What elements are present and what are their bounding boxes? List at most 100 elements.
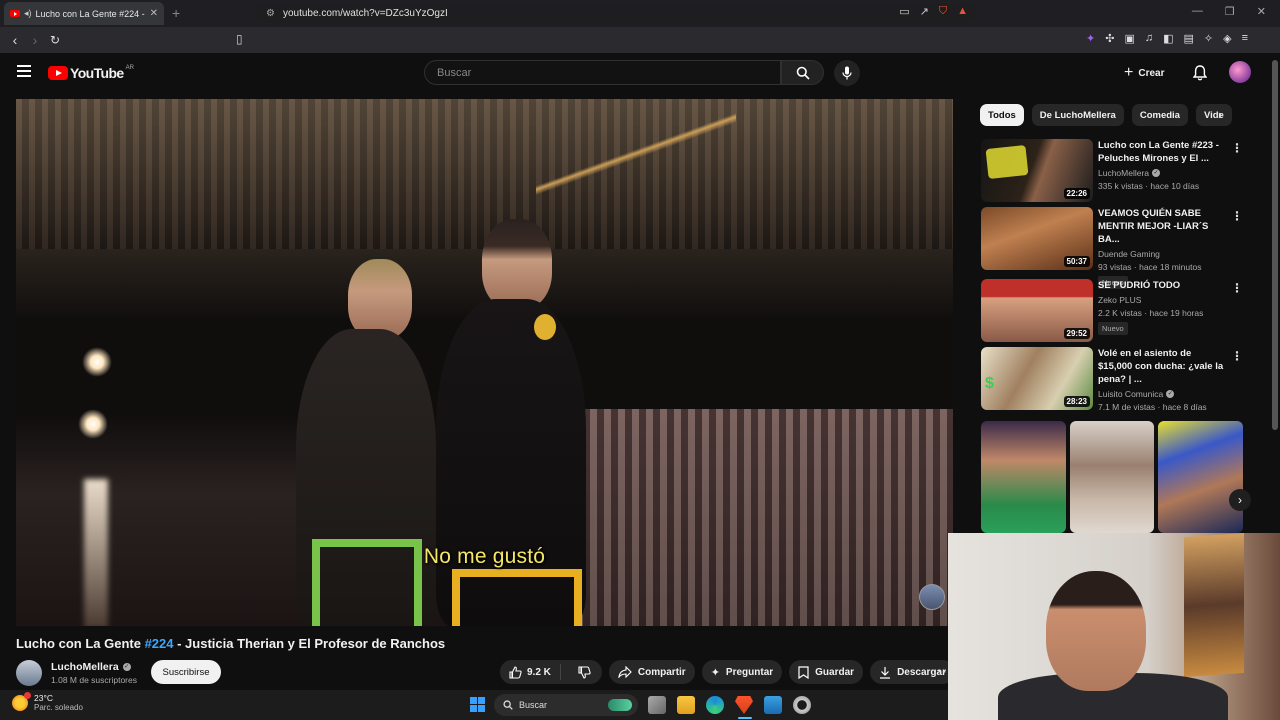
restore-icon[interactable]: ❐ <box>1225 5 1235 18</box>
create-label: Crear <box>1138 67 1165 79</box>
browser-tab-active[interactable]: ◂) Lucho con La Gente #224 - J ✕ <box>4 2 164 25</box>
dislike-button[interactable] <box>567 665 602 679</box>
thumbnail-logo <box>985 144 1029 180</box>
search-input[interactable]: Buscar <box>424 60 781 85</box>
channel-name-row[interactable]: LuchoMellera ✓ <box>51 661 137 673</box>
video-thumbnail[interactable]: 29:52 <box>981 279 1093 342</box>
tab-title: Lucho con La Gente #224 - J <box>35 8 146 19</box>
video-thumbnail[interactable]: 50:37 <box>981 207 1093 270</box>
obs-icon[interactable] <box>793 696 811 714</box>
video-options-icon[interactable]: ⋮ <box>1231 349 1243 363</box>
related-video-title[interactable]: Lucho con La Gente #223 - Peluches Miron… <box>1098 139 1228 165</box>
reload-icon[interactable]: ↻ <box>45 33 65 47</box>
channel-avatar[interactable] <box>16 660 42 686</box>
vpn-icon[interactable]: ◈ <box>1223 32 1231 45</box>
extension-icon[interactable]: ✦ <box>1086 32 1095 45</box>
save-button[interactable]: Guardar <box>789 660 864 684</box>
weather-sun-icon <box>12 691 31 711</box>
related-video-info: Lucho con La Gente #223 - Peluches Miron… <box>1098 139 1228 191</box>
taskbar-apps <box>648 696 811 714</box>
wallet-icon[interactable]: ▣ <box>1124 32 1134 45</box>
video-caption: No me gustó <box>423 545 546 568</box>
related-video-channel[interactable]: Zeko PLUS <box>1098 295 1141 305</box>
short-thumbnail[interactable] <box>1158 421 1243 533</box>
ask-button[interactable]: ✦ Preguntar <box>701 660 783 684</box>
site-info-icon[interactable]: ⚙ <box>266 8 275 19</box>
windows-start-icon[interactable] <box>470 697 485 712</box>
search-button[interactable] <box>781 60 824 85</box>
stage-light <box>82 347 112 377</box>
short-thumbnail[interactable] <box>1069 421 1155 533</box>
close-tab-icon[interactable]: ✕ <box>150 8 158 19</box>
chip-channel[interactable]: De LuchoMellera <box>1031 104 1124 126</box>
channel-watermark[interactable] <box>919 584 945 610</box>
bookmark-icon[interactable]: ▯ <box>236 32 243 46</box>
like-button[interactable]: 9.2 K <box>500 664 561 680</box>
channel-info: LuchoMellera ✓ 1.08 M de suscriptores <box>16 659 137 687</box>
related-video-title[interactable]: SE PUDRIÓ TODO <box>1098 279 1228 292</box>
related-video-item[interactable]: 50:37 VEAMOS QUIÉN SABE MENTIR MEJOR -LI… <box>981 207 1251 289</box>
page-scrollbar[interactable] <box>1272 60 1278 430</box>
hashtag-link[interactable]: #224 <box>145 636 174 651</box>
photos-icon[interactable] <box>764 696 782 714</box>
minimize-icon[interactable]: — <box>1192 5 1203 18</box>
youtube-logo[interactable]: YouTube AR <box>48 65 134 81</box>
chip-todos[interactable]: Todos <box>980 104 1024 126</box>
video-duration: 22:26 <box>1063 188 1090 199</box>
brave-rewards-icon[interactable]: ▲ <box>957 5 968 18</box>
weather-condition: Parc. soleado <box>34 703 83 712</box>
music-icon[interactable]: ♫ <box>1145 32 1153 45</box>
browser-menu-icon[interactable]: ≡ <box>1242 32 1248 45</box>
puzzle-icon[interactable]: ✣ <box>1105 32 1114 45</box>
chip-videos[interactable]: Vide <box>1195 104 1232 126</box>
video-options-icon[interactable]: ⋮ <box>1231 141 1243 155</box>
video-player[interactable]: No me gustó <box>16 99 953 626</box>
create-button[interactable]: + Crear <box>1124 61 1164 85</box>
more-actions-icon[interactable]: ··· <box>933 663 947 679</box>
video-options-icon[interactable]: ⋮ <box>1231 209 1243 223</box>
new-tab-icon[interactable]: + <box>172 5 180 21</box>
back-icon[interactable]: ‹ <box>5 32 25 48</box>
weather-widget[interactable]: 23°C Parc. soleado <box>12 691 83 712</box>
address-bar[interactable]: ⚙ youtube.com/watch?v=DZc3uYzOgzI ▭ ↗ ⛉ … <box>256 3 976 23</box>
cast-icon[interactable]: ▭ <box>899 5 909 18</box>
chips-next-icon[interactable]: › <box>1218 107 1222 122</box>
leo-icon[interactable]: ✧ <box>1204 32 1213 45</box>
chip-comedia[interactable]: Comedia <box>1131 104 1188 126</box>
user-avatar[interactable] <box>1229 61 1251 83</box>
task-view-icon[interactable] <box>648 696 666 714</box>
video-options-icon[interactable]: ⋮ <box>1231 281 1243 295</box>
related-video-item[interactable]: $ 28:23 Volé en el asiento de $15,000 co… <box>981 347 1251 417</box>
related-video-item[interactable]: 22:26 Lucho con La Gente #223 - Peluches… <box>981 139 1251 207</box>
taskbar-search[interactable]: Buscar <box>494 694 638 716</box>
related-video-title[interactable]: Volé en el asiento de $15,000 con ducha:… <box>1098 347 1228 386</box>
wallet-2-icon[interactable]: ▤ <box>1184 32 1194 45</box>
related-video-channel[interactable]: Duende Gaming <box>1098 249 1160 259</box>
sidebar-icon[interactable]: ◧ <box>1163 32 1173 45</box>
speaker-icon[interactable]: ◂) <box>24 8 32 19</box>
sparkle-icon: ✦ <box>710 666 720 679</box>
thumbs-down-icon <box>578 665 591 679</box>
related-video-channel[interactable]: LuchoMellera <box>1098 168 1149 178</box>
shorts-next-icon[interactable]: › <box>1229 489 1251 511</box>
subscribe-button[interactable]: Suscribirse <box>151 660 221 684</box>
share-page-icon[interactable]: ↗ <box>920 5 929 18</box>
close-window-icon[interactable]: ✕ <box>1257 5 1266 18</box>
notifications-bell-icon[interactable] <box>1193 65 1207 81</box>
voice-search-button[interactable] <box>834 60 860 86</box>
related-video-title[interactable]: VEAMOS QUIÉN SABE MENTIR MEJOR -LIAR´S B… <box>1098 207 1228 246</box>
video-thumbnail[interactable]: 22:26 <box>981 139 1093 202</box>
share-button[interactable]: Compartir <box>608 660 695 684</box>
channel-name[interactable]: LuchoMellera <box>51 661 119 673</box>
video-thumbnail[interactable]: $ 28:23 <box>981 347 1093 410</box>
related-video-item[interactable]: 29:52 SE PUDRIÓ TODO Zeko PLUS 2.2 K vis… <box>981 279 1251 347</box>
edge-browser-icon[interactable] <box>706 696 724 714</box>
short-thumbnail[interactable] <box>981 421 1066 533</box>
related-video-channel[interactable]: Luisito Comunica <box>1098 389 1163 399</box>
brave-shield-icon[interactable]: ⛉ <box>939 5 947 18</box>
forward-icon[interactable]: › <box>25 32 45 48</box>
file-explorer-icon[interactable] <box>677 696 695 714</box>
hamburger-menu-icon[interactable] <box>17 65 31 80</box>
brave-browser-icon[interactable] <box>735 696 753 714</box>
related-video-meta: 2.2 K vistas · hace 19 horas <box>1098 308 1204 318</box>
